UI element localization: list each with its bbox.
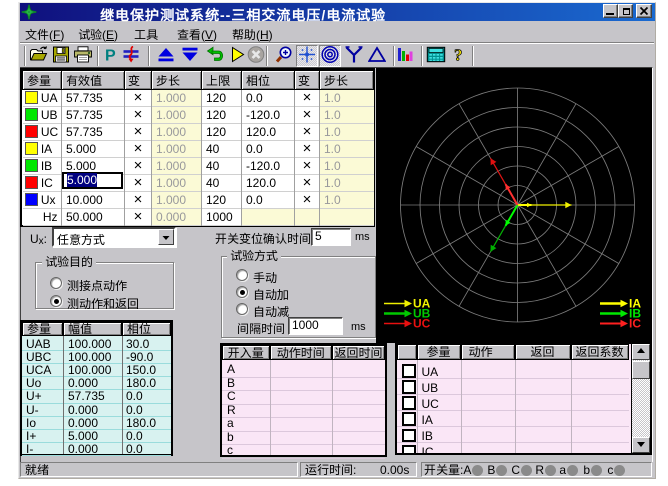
svg-text:IC: IC [629, 317, 641, 331]
svg-text:?: ? [454, 46, 463, 63]
svg-text:P: P [105, 48, 116, 64]
svg-text:UC: UC [413, 317, 431, 331]
